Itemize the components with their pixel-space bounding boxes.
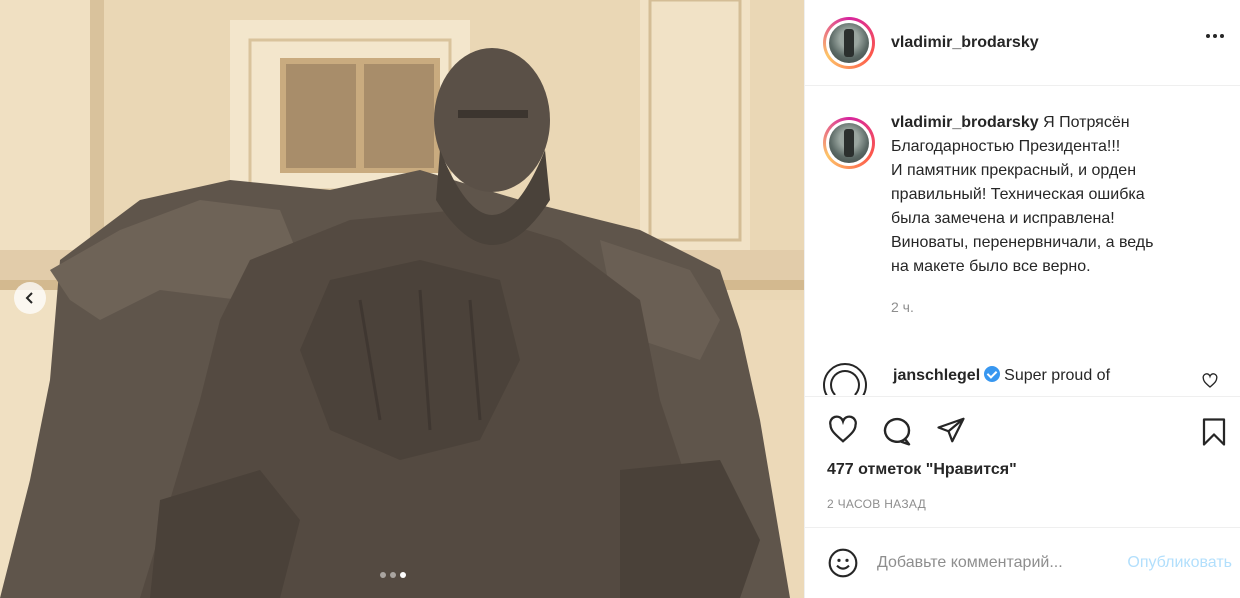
post-header: vladimir_brodarsky <box>805 0 1240 86</box>
post-timestamp[interactable]: 2 ЧАСОВ НАЗАД <box>827 497 926 511</box>
comment-bubble-icon[interactable] <box>881 415 913 447</box>
carousel-dot-active <box>400 572 406 578</box>
post-actions: 477 отметок "Нравится" 2 ЧАСОВ НАЗАД <box>805 396 1240 526</box>
paper-plane-icon[interactable] <box>935 415 967 445</box>
bookmark-icon[interactable] <box>1199 415 1229 449</box>
comment-username[interactable]: janschlegel <box>893 367 980 384</box>
comment-input[interactable] <box>877 554 1101 572</box>
comment-text: Super proud of <box>1004 367 1111 384</box>
caption-avatar[interactable] <box>823 117 875 169</box>
carousel-prev-button[interactable] <box>14 282 46 314</box>
chevron-left-icon <box>25 292 33 304</box>
avatar[interactable] <box>823 16 875 69</box>
author-username[interactable]: vladimir_brodarsky <box>891 34 1039 52</box>
heart-icon[interactable] <box>827 415 859 445</box>
add-comment-bar: Опубликовать <box>805 527 1240 598</box>
post-photo[interactable] <box>0 0 804 598</box>
likes-count[interactable]: 477 отметок "Нравится" <box>827 461 1017 479</box>
statue-photo-illustration <box>0 0 804 598</box>
caption-username[interactable]: vladimir_brodarsky <box>891 114 1039 131</box>
smiley-icon[interactable] <box>827 547 859 579</box>
caption-text: Я Потрясён Благодарностью Президента!!! … <box>891 114 1154 275</box>
carousel-dot <box>380 572 386 578</box>
verified-badge-icon <box>984 366 1001 382</box>
post-side-panel: vladimir_brodarsky vladimir_brodarsky Я … <box>804 0 1240 598</box>
comment-like-heart-icon[interactable] <box>1202 373 1218 389</box>
comment-item: janschlegel Super proud of <box>823 359 1240 395</box>
comments-section[interactable]: vladimir_brodarsky Я Потрясён Благодарно… <box>805 87 1240 395</box>
caption-time[interactable]: 2 ч. <box>891 295 1221 319</box>
post-caption: vladimir_brodarsky Я Потрясён Благодарно… <box>805 87 1240 319</box>
comment-avatar[interactable] <box>823 363 867 395</box>
more-horizontal-icon[interactable] <box>1206 34 1224 38</box>
publish-button[interactable]: Опубликовать <box>1127 554 1232 572</box>
carousel-dots <box>380 572 406 578</box>
carousel-dot <box>390 572 396 578</box>
